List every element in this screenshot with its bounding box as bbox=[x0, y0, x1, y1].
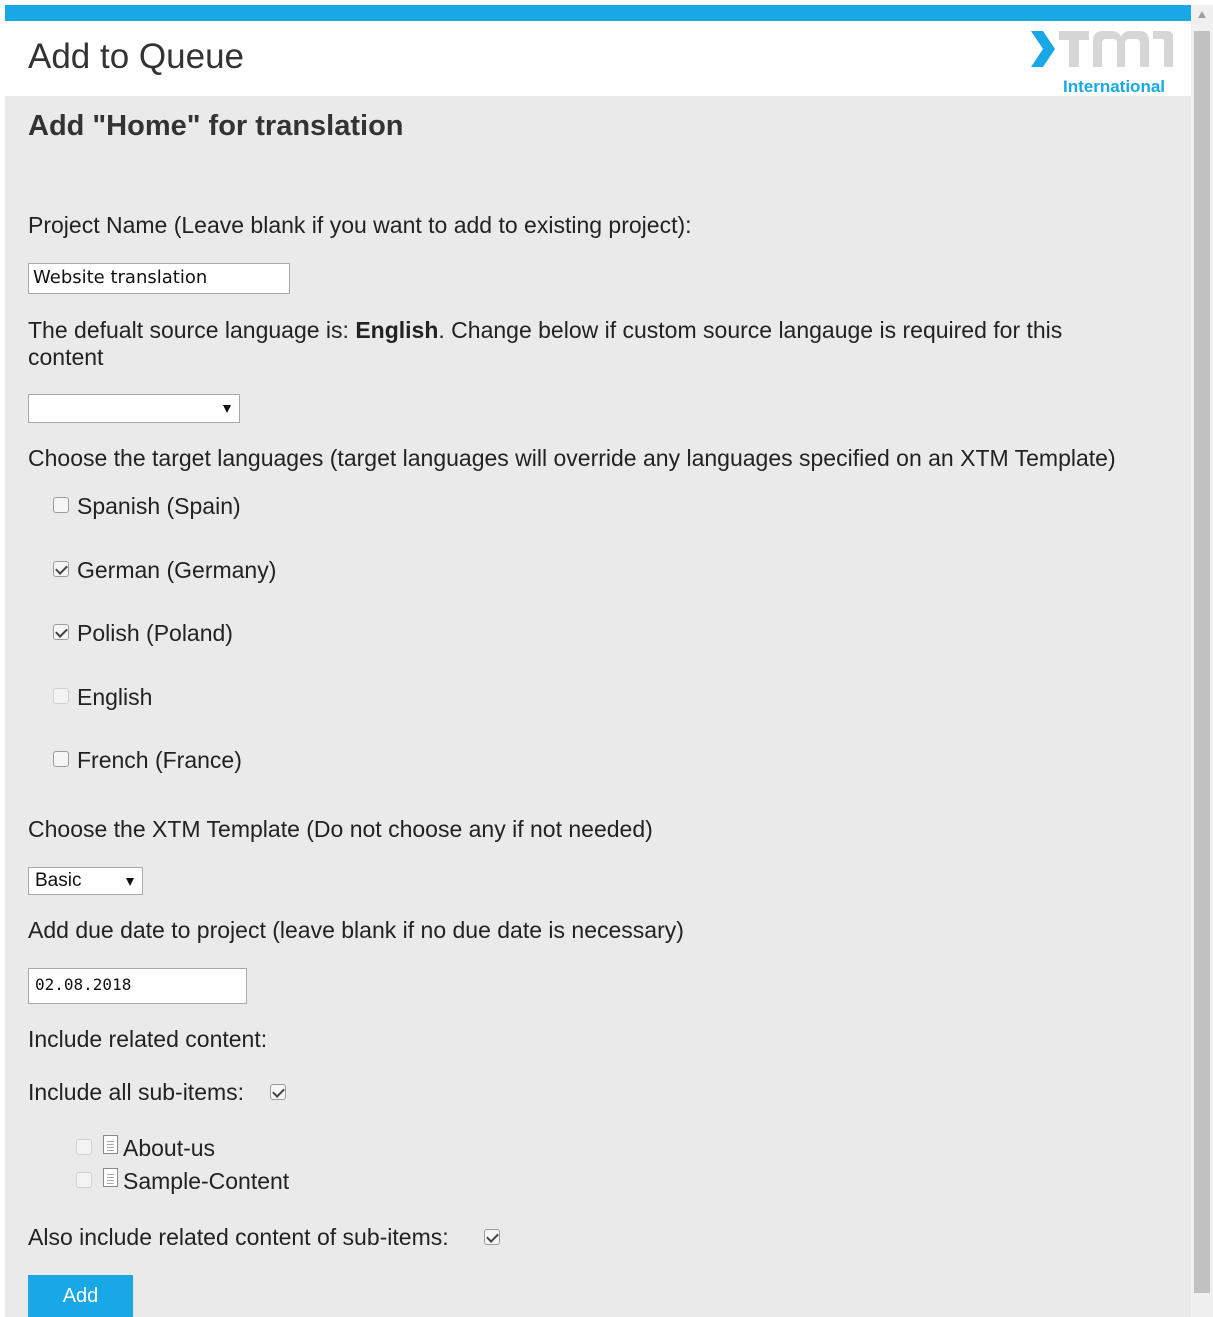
subitem-label: Sample-Content bbox=[123, 1168, 290, 1194]
add-button[interactable]: Add bbox=[28, 1275, 133, 1317]
checkbox-english bbox=[53, 688, 69, 704]
checkbox-subitem-about-us[interactable] bbox=[76, 1139, 92, 1155]
document-icon bbox=[103, 1168, 118, 1187]
subitem-label: About-us bbox=[123, 1135, 216, 1161]
form-heading: Add "Home" for translation bbox=[28, 110, 404, 142]
checkbox-subitem-sample-content[interactable] bbox=[76, 1172, 92, 1188]
due-date-input[interactable]: 02.08.2018 bbox=[28, 968, 247, 1004]
dropdown-arrow-icon bbox=[223, 405, 231, 413]
dialog-title: Add to Queue bbox=[28, 37, 244, 76]
target-language-label: Polish (Poland) bbox=[77, 620, 233, 646]
logo-subtitle: International bbox=[1063, 77, 1166, 96]
scroll-thumb[interactable] bbox=[1194, 31, 1210, 1293]
document-icon bbox=[103, 1135, 118, 1154]
source-language-text: The defualt source language is: English.… bbox=[28, 317, 1062, 344]
dialog-header: Add to Queue International bbox=[5, 21, 1191, 96]
target-language-label: French (France) bbox=[77, 747, 242, 773]
related-content-label: Include related content: bbox=[28, 1026, 268, 1052]
project-name-label: Project Name (Leave blank if you want to… bbox=[28, 212, 692, 238]
checkbox-include-subitems[interactable] bbox=[270, 1084, 286, 1100]
due-date-label: Add due date to project (leave blank if … bbox=[28, 917, 684, 943]
checkbox-german[interactable] bbox=[53, 561, 69, 577]
checkbox-polish[interactable] bbox=[53, 624, 69, 640]
source-language-value: English bbox=[355, 317, 439, 343]
target-language-label: German (Germany) bbox=[77, 557, 277, 583]
source-language-suffix: . Change below if custom source langauge… bbox=[438, 317, 1063, 343]
top-accent-bar bbox=[5, 5, 1191, 21]
target-language-label: Spanish (Spain) bbox=[77, 493, 241, 519]
target-languages-label: Choose the target languages (target lang… bbox=[28, 445, 1116, 471]
subitems-label: Include all sub-items: bbox=[28, 1079, 245, 1105]
target-language-label: English bbox=[77, 684, 153, 710]
template-select-value: Basic bbox=[35, 870, 82, 891]
checkbox-also-include[interactable] bbox=[484, 1229, 500, 1245]
xtm-logo: International bbox=[1029, 27, 1175, 96]
vertical-scrollbar[interactable] bbox=[1191, 5, 1213, 1317]
checkbox-french[interactable] bbox=[53, 751, 69, 767]
also-include-label: Also include related content of sub-item… bbox=[28, 1224, 449, 1250]
scroll-up-icon[interactable] bbox=[1198, 11, 1206, 18]
source-language-select[interactable] bbox=[28, 394, 240, 423]
source-language-suffix-line2: content bbox=[28, 344, 104, 370]
template-select[interactable]: Basic bbox=[28, 867, 143, 895]
project-name-input[interactable]: Website translation bbox=[28, 263, 290, 294]
source-language-prefix: The defualt source language is: bbox=[28, 317, 356, 343]
template-label: Choose the XTM Template (Do not choose a… bbox=[28, 816, 653, 842]
checkbox-spanish[interactable] bbox=[53, 497, 69, 513]
xtm-logo-mark bbox=[1031, 31, 1173, 67]
dropdown-arrow-icon bbox=[126, 878, 134, 886]
